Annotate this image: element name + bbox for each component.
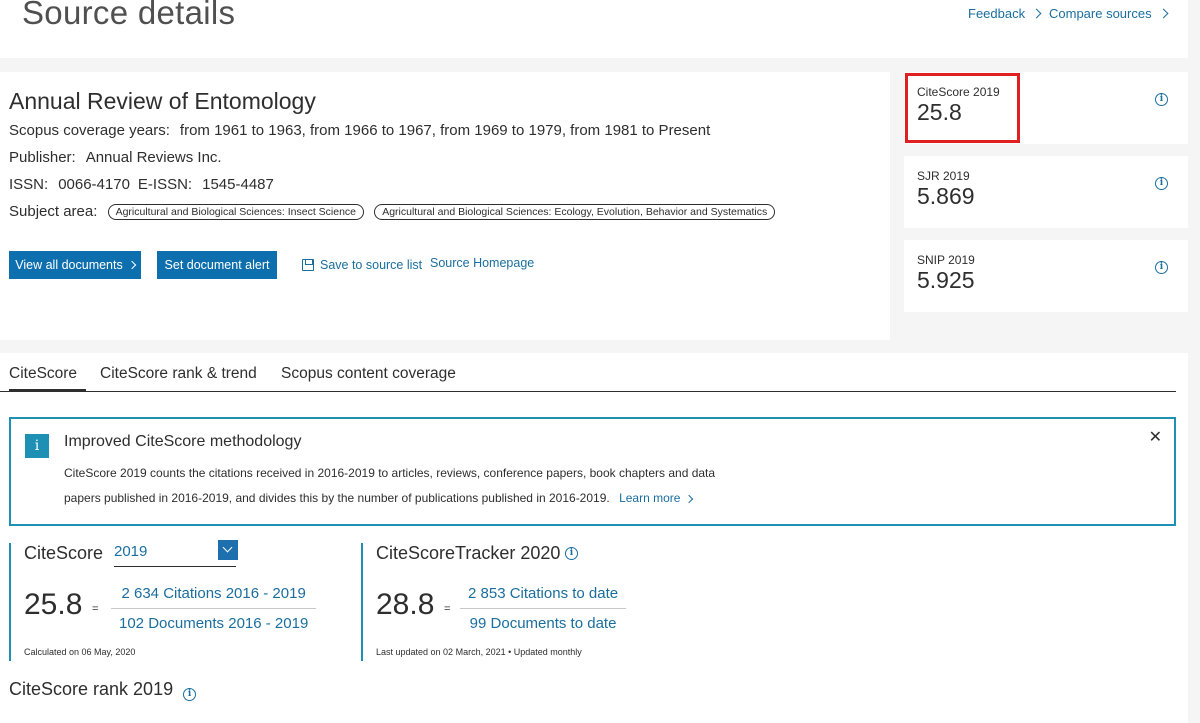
feedback-link[interactable]: Feedback — [968, 6, 1042, 21]
compare-sources-link[interactable]: Compare sources — [1049, 6, 1169, 21]
publisher-label: Publisher: — [9, 149, 76, 166]
tab-citescore[interactable]: CiteScore — [9, 365, 86, 392]
info-icon[interactable]: i — [1155, 177, 1168, 190]
notice-body-line-2: papers published in 2016-2019, and divid… — [64, 486, 754, 511]
metric-card-snip: SNIP 2019 5.925 i — [904, 240, 1188, 312]
methodology-notice: i Improved CiteScore methodology CiteSco… — [9, 417, 1176, 526]
highlight-box — [905, 73, 1020, 143]
learn-more-label: Learn more — [619, 491, 681, 505]
page-title: Source details — [22, 0, 236, 31]
info-icon[interactable]: i — [1155, 93, 1168, 106]
tab-bar: CiteScore CiteScore rank & trend Scopus … — [0, 365, 1176, 392]
tab-citescore-rank-trend[interactable]: CiteScore rank & trend — [100, 365, 257, 392]
eissn-value: 1545-4487 — [202, 176, 274, 193]
metric-value: 5.869 — [917, 183, 975, 209]
tracker-title: CiteScoreTracker 2020 — [376, 543, 560, 564]
issn-label: ISSN: — [9, 176, 49, 193]
metric-label: SJR 2019 — [917, 169, 970, 183]
tracker-title-text: CiteScoreTracker 2020 — [376, 543, 561, 563]
info-icon[interactable]: i — [1155, 261, 1168, 274]
equals-sign: = — [92, 603, 99, 615]
save-to-source-list-label: Save to source list — [320, 258, 423, 272]
citescore-rank-heading: CiteScore rank 2019 i — [9, 679, 197, 701]
view-all-documents-label: View all documents — [15, 258, 123, 272]
set-document-alert-button[interactable]: Set document alert — [157, 251, 277, 279]
coverage-line: Scopus coverage years: from 1961 to 1963,… — [9, 122, 710, 139]
citescore-value: 25.8 — [24, 588, 83, 621]
tab-scopus-content-coverage[interactable]: Scopus content coverage — [281, 365, 456, 392]
source-info-panel: Annual Review of Entomology Scopus cover… — [0, 72, 890, 340]
subject-area-label: Subject area: — [9, 203, 98, 220]
tracker-citations-link[interactable]: 2 853 Citations to date — [460, 585, 627, 609]
info-icon[interactable]: i — [565, 547, 578, 560]
tracker-value: 28.8 — [376, 588, 435, 621]
chevron-right-icon — [1158, 8, 1169, 19]
rank-title-text: CiteScore rank 2019 — [9, 679, 174, 699]
metric-card-sjr: SJR 2019 5.869 i — [904, 156, 1188, 228]
issn-line: ISSN: 0066-4170 E-ISSN: 1545-4487 — [9, 176, 274, 193]
issn-value: 0066-4170 — [58, 176, 130, 193]
notice-title: Improved CiteScore methodology — [64, 433, 302, 450]
compare-sources-label: Compare sources — [1049, 6, 1152, 21]
publisher-line: Publisher: Annual Reviews Inc. — [9, 149, 222, 166]
metric-value: 5.925 — [917, 267, 975, 293]
view-all-documents-button[interactable]: View all documents — [9, 251, 141, 279]
metric-label: SNIP 2019 — [917, 253, 975, 267]
chevron-right-icon — [684, 494, 694, 504]
chevron-down-icon[interactable] — [218, 540, 238, 560]
set-document-alert-label: Set document alert — [164, 258, 270, 272]
tracker-fraction: 2 853 Citations to date 99 Documents to … — [460, 585, 627, 632]
page-header: Source details Feedback Compare sources — [0, 0, 1188, 58]
subject-pill-ecology[interactable]: Agricultural and Biological Sciences: Ec… — [374, 204, 776, 220]
year-select-value: 2019 — [114, 543, 148, 560]
equals-sign: = — [444, 603, 451, 615]
notice-body-line: CiteScore 2019 counts the citations rece… — [64, 466, 716, 480]
subject-pill-insect-science[interactable]: Agricultural and Biological Sciences: In… — [107, 204, 365, 220]
citescore-tracker-box: CiteScoreTracker 2020 i 28.8 = 2 853 Cit… — [361, 543, 691, 661]
info-icon[interactable]: i — [183, 688, 197, 701]
close-icon[interactable]: ✕ — [1149, 427, 1162, 447]
citations-link[interactable]: 2 634 Citations 2016 - 2019 — [111, 585, 317, 609]
citescore-title: CiteScore — [24, 543, 104, 563]
save-icon — [302, 259, 314, 271]
subject-area-line: Subject area: Agricultural and Biologica… — [9, 203, 776, 220]
notice-body-text: papers published in 2016-2019, and divid… — [64, 491, 610, 505]
eissn-label: E-ISSN: — [137, 176, 193, 193]
citescore-fraction: 2 634 Citations 2016 - 2019 102 Document… — [111, 585, 317, 632]
calculated-date: Calculated on 06 May, 2020 — [24, 647, 136, 657]
chevron-right-icon — [1031, 8, 1042, 19]
coverage-value: from 1961 to 1963, from 1966 to 1967, fr… — [179, 122, 711, 139]
tracker-documents-link[interactable]: 99 Documents to date — [460, 609, 626, 632]
save-to-source-list-link[interactable]: Save to source list — [302, 258, 422, 272]
citescore-box: CiteScore 2019 25.8 = 2 634 Citations 20… — [9, 540, 339, 661]
journal-title: Annual Review of Entomology — [9, 88, 316, 114]
chevron-right-icon — [127, 260, 136, 270]
publisher-value: Annual Reviews Inc. — [85, 149, 222, 166]
feedback-label: Feedback — [968, 6, 1026, 21]
tracker-updated-date: Last updated on 02 March, 2021 • Updated… — [376, 647, 582, 657]
coverage-label: Scopus coverage years: — [9, 122, 170, 139]
documents-link[interactable]: 102 Documents 2016 - 2019 — [111, 609, 316, 632]
info-icon: i — [25, 434, 49, 458]
citescore-section: CiteScore CiteScore rank & trend Scopus … — [0, 353, 1188, 723]
source-homepage-link[interactable]: Source Homepage — [430, 256, 534, 270]
notice-body: CiteScore 2019 counts the citations rece… — [64, 461, 754, 511]
learn-more-link[interactable]: Learn more — [619, 491, 694, 505]
